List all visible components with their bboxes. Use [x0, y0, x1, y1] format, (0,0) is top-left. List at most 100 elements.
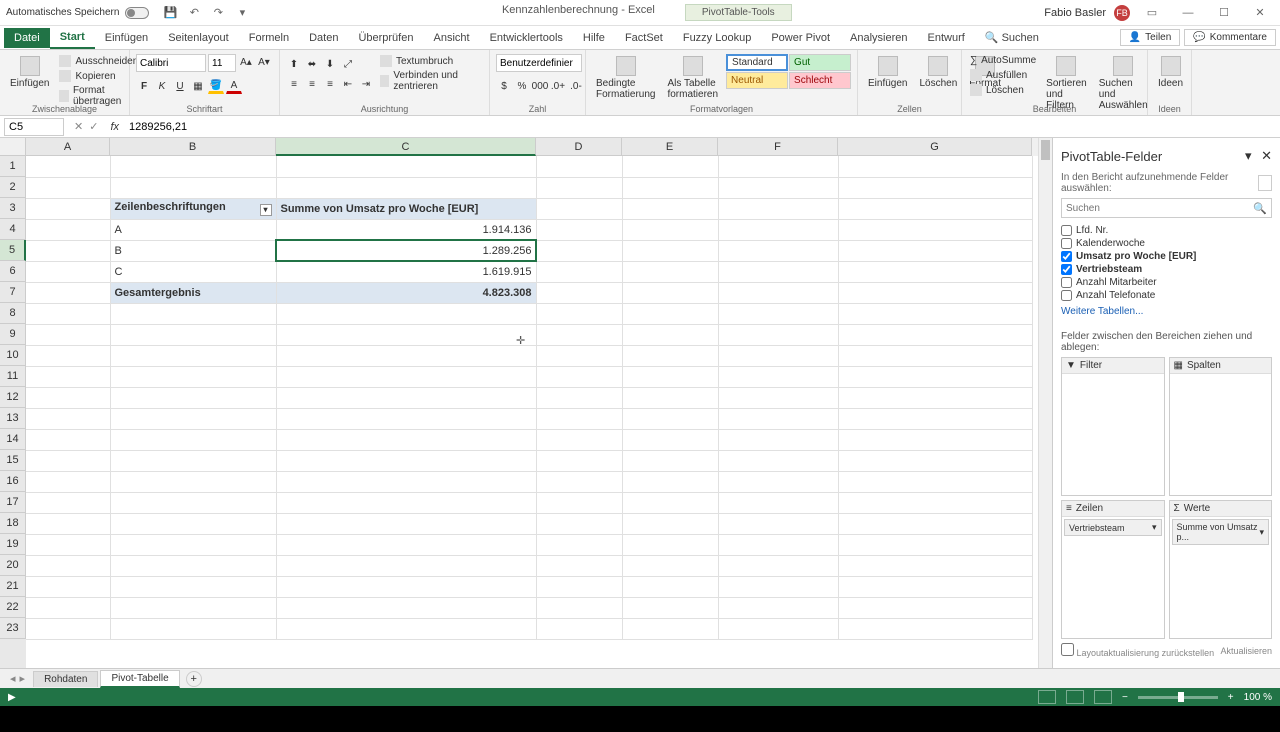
- grow-font-icon[interactable]: A▴: [238, 54, 254, 70]
- cell[interactable]: [26, 219, 110, 240]
- percent-icon[interactable]: %: [514, 78, 530, 94]
- cell[interactable]: [622, 618, 718, 639]
- row-header[interactable]: 8: [0, 303, 26, 324]
- dec-decimal-icon[interactable]: .0-: [568, 78, 584, 94]
- cell[interactable]: [110, 303, 276, 324]
- zoom-level[interactable]: 100 %: [1244, 692, 1272, 703]
- cell[interactable]: [718, 534, 838, 555]
- view-pagebreak-icon[interactable]: [1094, 690, 1112, 704]
- rows-area[interactable]: ≡ Zeilen Vertriebsteam▾: [1061, 500, 1165, 639]
- cell[interactable]: [26, 387, 110, 408]
- cell[interactable]: [276, 513, 536, 534]
- align-right-icon[interactable]: ≡: [322, 76, 338, 92]
- cell[interactable]: [536, 576, 622, 597]
- row-header[interactable]: 22: [0, 597, 26, 618]
- cell[interactable]: [838, 513, 1032, 534]
- cell[interactable]: [838, 219, 1032, 240]
- tab-dev[interactable]: Entwicklertools: [480, 28, 573, 48]
- cells-insert-button[interactable]: Einfügen: [864, 54, 911, 91]
- row-header[interactable]: 12: [0, 387, 26, 408]
- row-header[interactable]: 3: [0, 198, 26, 219]
- cell[interactable]: [622, 450, 718, 471]
- align-left-icon[interactable]: ≡: [286, 76, 302, 92]
- row-header[interactable]: 17: [0, 492, 26, 513]
- cell[interactable]: [536, 450, 622, 471]
- cell[interactable]: [622, 324, 718, 345]
- autosave-toggle[interactable]: Automatisches Speichern: [6, 7, 149, 19]
- fx-icon[interactable]: fx: [110, 121, 119, 133]
- cell[interactable]: [718, 618, 838, 639]
- comments-button[interactable]: 💬 Kommentare: [1184, 29, 1276, 46]
- cell[interactable]: [276, 429, 536, 450]
- vertical-scrollbar[interactable]: [1038, 138, 1052, 668]
- tab-data[interactable]: Daten: [299, 28, 348, 48]
- cell[interactable]: [536, 345, 622, 366]
- cell[interactable]: [536, 219, 622, 240]
- cancel-formula-icon[interactable]: ✕: [74, 120, 83, 133]
- field-item[interactable]: Kalenderwoche: [1061, 237, 1272, 250]
- cell[interactable]: [622, 156, 718, 177]
- cell[interactable]: [838, 555, 1032, 576]
- field-search[interactable]: 🔍: [1061, 198, 1272, 218]
- cell[interactable]: 1.289.256: [276, 240, 536, 261]
- cell[interactable]: [622, 198, 718, 219]
- row-header[interactable]: 10: [0, 345, 26, 366]
- cell[interactable]: [536, 597, 622, 618]
- name-box[interactable]: [4, 118, 64, 136]
- col-header-g[interactable]: G: [838, 138, 1032, 156]
- shrink-font-icon[interactable]: A▾: [256, 54, 272, 70]
- cell[interactable]: [838, 240, 1032, 261]
- fill-color-button[interactable]: 🪣: [208, 78, 224, 94]
- cell[interactable]: [718, 261, 838, 282]
- qat-dropdown-icon[interactable]: ▾: [235, 6, 249, 20]
- cell[interactable]: [110, 324, 276, 345]
- cell[interactable]: [718, 513, 838, 534]
- field-checkbox[interactable]: [1061, 225, 1072, 236]
- gear-icon[interactable]: [1258, 175, 1272, 191]
- cond-format-button[interactable]: Bedingte Formatierung: [592, 54, 659, 102]
- filter-dropdown-icon[interactable]: ▾: [260, 204, 272, 216]
- cell[interactable]: [276, 576, 536, 597]
- row-header[interactable]: 15: [0, 450, 26, 471]
- cell[interactable]: [110, 492, 276, 513]
- underline-button[interactable]: U: [172, 78, 188, 94]
- cell[interactable]: [110, 156, 276, 177]
- col-header-f[interactable]: F: [718, 138, 838, 156]
- update-button[interactable]: Aktualisieren: [1220, 646, 1272, 656]
- cell[interactable]: [838, 303, 1032, 324]
- cell[interactable]: [622, 366, 718, 387]
- border-button[interactable]: ▦: [190, 78, 206, 94]
- cell[interactable]: [26, 156, 110, 177]
- cell[interactable]: [276, 408, 536, 429]
- pane-dropdown-icon[interactable]: ▾: [1239, 148, 1258, 163]
- defer-checkbox[interactable]: Layoutaktualisierung zurückstellen: [1061, 643, 1214, 658]
- cell[interactable]: [26, 177, 110, 198]
- cell[interactable]: [26, 597, 110, 618]
- cell[interactable]: [718, 408, 838, 429]
- inc-decimal-icon[interactable]: .0+: [550, 78, 566, 94]
- cell[interactable]: [718, 366, 838, 387]
- cell[interactable]: [110, 429, 276, 450]
- cell[interactable]: [622, 261, 718, 282]
- cell[interactable]: [276, 303, 536, 324]
- save-icon[interactable]: 💾: [163, 6, 177, 20]
- maximize-icon[interactable]: ☐: [1210, 3, 1238, 23]
- cell[interactable]: [536, 471, 622, 492]
- cell[interactable]: Gesamtergebnis: [110, 282, 276, 303]
- cell[interactable]: [536, 429, 622, 450]
- cell[interactable]: [26, 261, 110, 282]
- row-header[interactable]: 7: [0, 282, 26, 303]
- cell[interactable]: [536, 198, 622, 219]
- cell[interactable]: [110, 408, 276, 429]
- tab-help[interactable]: Hilfe: [573, 28, 615, 48]
- cell[interactable]: [622, 513, 718, 534]
- add-sheet-button[interactable]: +: [186, 671, 202, 687]
- cell[interactable]: [26, 408, 110, 429]
- cell[interactable]: [110, 177, 276, 198]
- minimize-icon[interactable]: —: [1174, 3, 1202, 23]
- cell[interactable]: [276, 366, 536, 387]
- field-checkbox[interactable]: [1061, 251, 1072, 262]
- cell[interactable]: [718, 492, 838, 513]
- tab-start[interactable]: Start: [50, 27, 95, 49]
- cell[interactable]: [622, 576, 718, 597]
